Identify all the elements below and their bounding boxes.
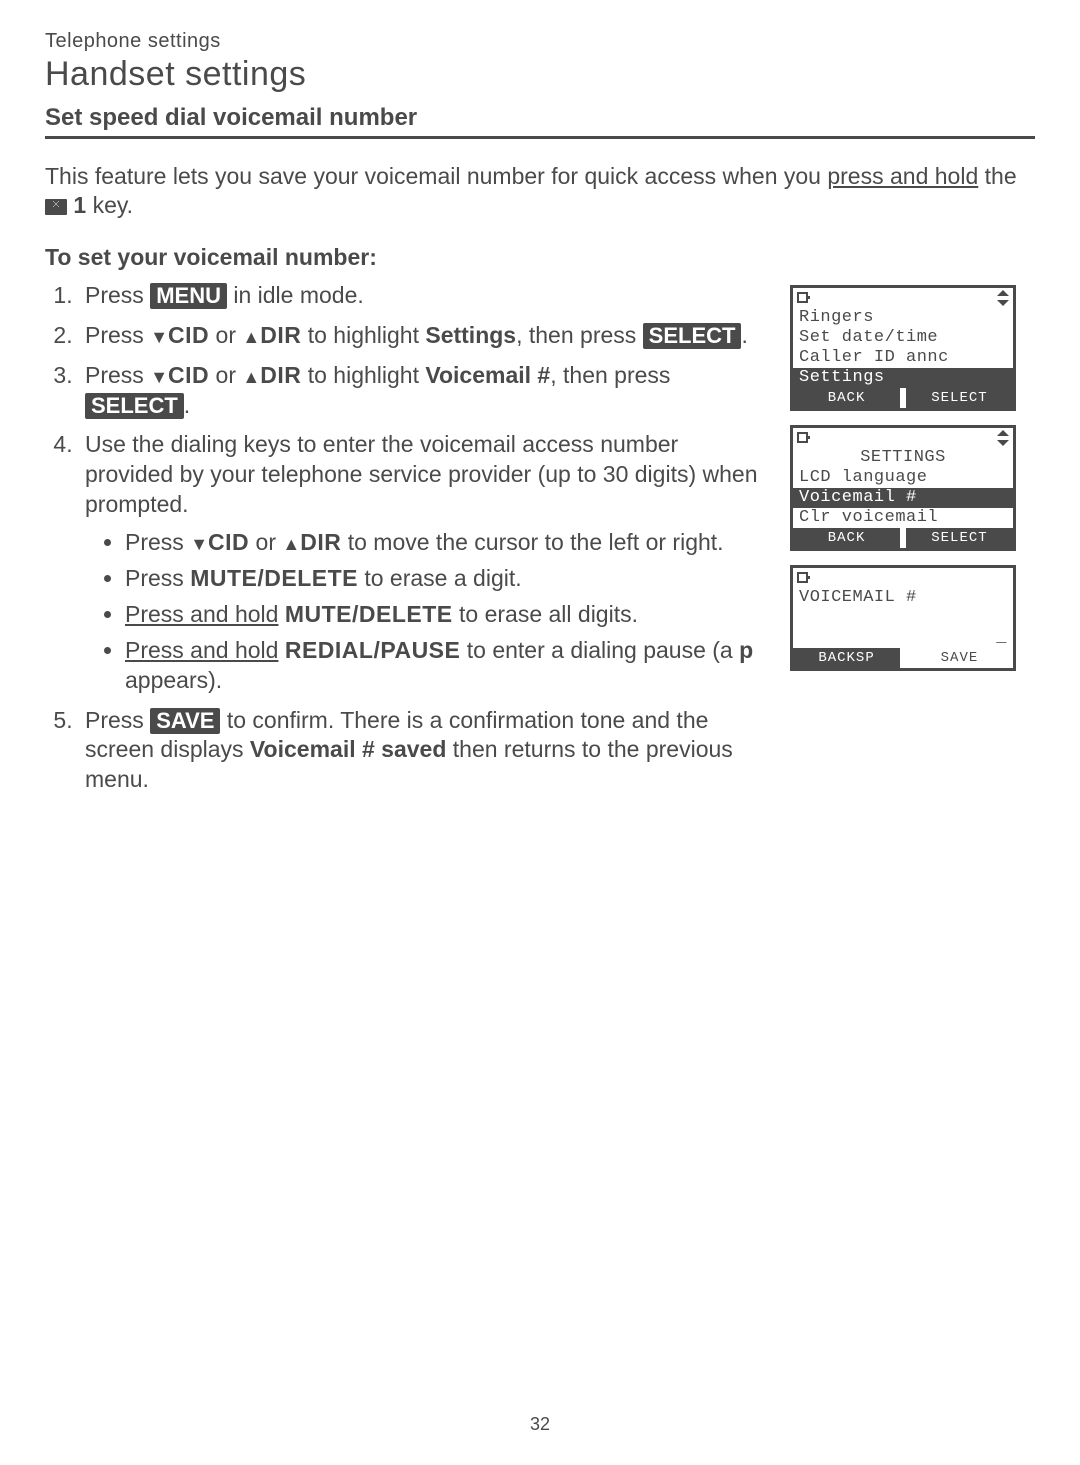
- down-arrow-icon: ▼: [150, 326, 168, 349]
- lcd3-blank1: [793, 608, 1013, 628]
- step1-a: Press: [85, 282, 150, 308]
- intro-underline: press and hold: [827, 163, 978, 189]
- lcd2-line-0: LCD language: [793, 468, 1013, 488]
- lcd1-line-0: Ringers: [793, 308, 1013, 328]
- step3-a: Press: [85, 362, 150, 388]
- cid-label-3: CID: [208, 529, 249, 555]
- section-heading: Set speed dial voicemail number: [45, 104, 1035, 132]
- updown-arrow-icon: [997, 430, 1009, 448]
- step2-then: , then press: [516, 322, 643, 348]
- step2-period: .: [741, 322, 747, 348]
- lcd1-line-2: Caller ID annc: [793, 348, 1013, 368]
- intro-text: This feature lets you save your voicemai…: [45, 162, 1035, 221]
- mute-delete-1: MUTE/DELETE: [190, 565, 358, 591]
- save-badge: SAVE: [150, 708, 220, 734]
- battery-icon: [797, 430, 811, 448]
- b4-c: appears).: [125, 667, 222, 693]
- step4-text: Use the dialing keys to enter the voicem…: [85, 431, 758, 517]
- lcd1-line-1: Set date/time: [793, 328, 1013, 348]
- menu-badge: MENU: [150, 283, 227, 309]
- b2-b: to erase a digit.: [358, 565, 522, 591]
- lcd-screen-1: Ringers Set date/time Caller ID annc Set…: [790, 285, 1016, 411]
- page-number: 32: [0, 1414, 1080, 1435]
- intro-part2: the: [978, 163, 1016, 189]
- bullet-3: Press and hold MUTE/DELETE to erase all …: [125, 600, 772, 630]
- lcd-screen-2: SETTINGS LCD language Voicemail # Clr vo…: [790, 425, 1016, 551]
- step2-a: Press: [85, 322, 150, 348]
- up-arrow-icon: ▲: [242, 326, 260, 349]
- b1-b: to move the cursor to the left or right.: [341, 529, 723, 555]
- step3-then: , then press: [550, 362, 670, 388]
- lcd-screen-3: VOICEMAIL # _ BACKSP SAVE: [790, 565, 1016, 671]
- dir-label-2: DIR: [260, 362, 301, 388]
- bullet-2: Press MUTE/DELETE to erase a digit.: [125, 564, 772, 594]
- battery-icon: [797, 570, 811, 588]
- lcd2-title: SETTINGS: [793, 448, 1013, 468]
- cid-label: CID: [168, 322, 209, 348]
- mute-delete-2: MUTE/DELETE: [285, 601, 453, 627]
- or2: or: [209, 362, 242, 388]
- redial-pause: REDIAL/PAUSE: [285, 637, 461, 663]
- step3-period: .: [184, 392, 190, 418]
- vm-saved: Voicemail # saved: [250, 736, 446, 762]
- key-one: 1: [73, 192, 86, 218]
- step-4: Use the dialing keys to enter the voicem…: [79, 430, 772, 695]
- lcd2-line-2: Clr voicemail: [793, 508, 1013, 528]
- b3-a: Press and hold: [125, 601, 278, 627]
- updown-arrow-icon: [997, 290, 1009, 308]
- envelope-icon: [45, 199, 67, 215]
- lcd1-softkey-back: BACK: [793, 388, 900, 408]
- step-5: Press SAVE to confirm. There is a confir…: [79, 706, 772, 796]
- breadcrumb: Telephone settings: [45, 30, 1035, 53]
- select-badge-1: SELECT: [643, 323, 742, 349]
- lcd2-line-1: Voicemail #: [793, 488, 1013, 508]
- intro-part1: This feature lets you save your voicemai…: [45, 163, 827, 189]
- intro-part3: key.: [86, 192, 133, 218]
- step4-sublist: Press ▼CID or ▲DIR to move the cursor to…: [85, 528, 772, 695]
- step-2: Press ▼CID or ▲DIR to highlight Settings…: [79, 321, 772, 351]
- lcd3-softkey-backsp: BACKSP: [793, 648, 900, 668]
- battery-icon: [797, 290, 811, 308]
- dir-label: DIR: [260, 322, 301, 348]
- lcd1-line-3: Settings: [793, 368, 1013, 388]
- s5-a: Press: [85, 707, 150, 733]
- bullet-1: Press ▼CID or ▲DIR to move the cursor to…: [125, 528, 772, 558]
- b4-b: to enter a dialing pause (a: [460, 637, 739, 663]
- down-arrow-icon-3: ▼: [190, 533, 208, 556]
- b4-a: Press and hold: [125, 637, 278, 663]
- lcd-column: Ringers Set date/time Caller ID annc Set…: [790, 281, 1035, 805]
- lcd3-softkey-save: SAVE: [906, 648, 1013, 668]
- step3-b: to highlight: [301, 362, 425, 388]
- b1-a: Press: [125, 529, 190, 555]
- up-arrow-icon-3: ▲: [282, 533, 300, 556]
- or1: or: [209, 322, 242, 348]
- step1-b: in idle mode.: [227, 282, 364, 308]
- lcd2-softkey-back: BACK: [793, 528, 900, 548]
- section-rule: [45, 136, 1035, 139]
- lcd1-softkey-select: SELECT: [906, 388, 1013, 408]
- cid-label-2: CID: [168, 362, 209, 388]
- select-badge-2: SELECT: [85, 393, 184, 419]
- bullet-4: Press and hold REDIAL/PAUSE to enter a d…: [125, 636, 772, 696]
- steps-list: Press MENU in idle mode. Press ▼CID or ▲…: [45, 281, 772, 795]
- step-3: Press ▼CID or ▲DIR to highlight Voicemai…: [79, 361, 772, 421]
- lcd2-softkey-select: SELECT: [906, 528, 1013, 548]
- b3-b: to erase all digits.: [453, 601, 638, 627]
- step-1: Press MENU in idle mode.: [79, 281, 772, 311]
- b2-a: Press: [125, 565, 190, 591]
- step2-b: to highlight: [301, 322, 425, 348]
- up-arrow-icon-2: ▲: [242, 366, 260, 389]
- dir-label-3: DIR: [300, 529, 341, 555]
- or3: or: [249, 529, 282, 555]
- voicemail-num-word: Voicemail #: [425, 362, 550, 388]
- lcd3-title: VOICEMAIL #: [793, 588, 1013, 608]
- lcd3-cursor: _: [793, 628, 1013, 648]
- down-arrow-icon-2: ▼: [150, 366, 168, 389]
- p-char: p: [739, 637, 753, 663]
- page-title: Handset settings: [45, 55, 1035, 94]
- steps-heading: To set your voicemail number:: [45, 244, 1035, 271]
- settings-word: Settings: [425, 322, 516, 348]
